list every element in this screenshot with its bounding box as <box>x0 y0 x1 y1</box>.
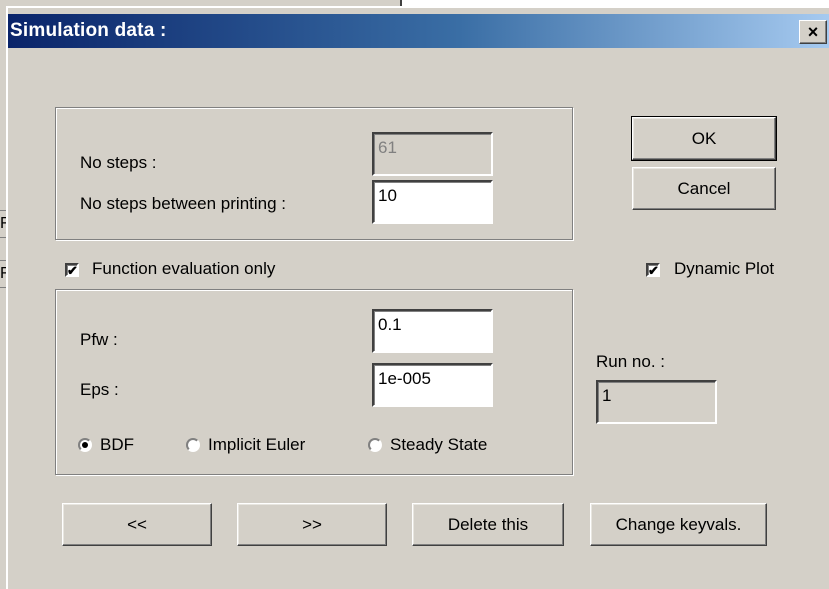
check-icon: ✔ <box>648 263 659 278</box>
previous-button[interactable]: << <box>62 503 212 546</box>
printing-steps-field[interactable]: 10 <box>372 180 493 224</box>
cancel-button[interactable]: Cancel <box>632 167 776 210</box>
next-button[interactable]: >> <box>237 503 387 546</box>
cancel-button-label: Cancel <box>677 179 731 198</box>
dynamic-plot-checkbox[interactable]: ✔ <box>646 263 660 277</box>
steps-group: No steps : 61 No steps between printing … <box>55 107 573 240</box>
steady-state-radio[interactable] <box>368 438 382 452</box>
close-icon: × <box>807 22 819 42</box>
ok-button-label: OK <box>691 129 717 148</box>
check-icon: ✔ <box>67 263 78 278</box>
radio-selected-dot <box>82 442 88 448</box>
run-number-value: 1 <box>602 386 612 405</box>
run-number-label: Run no. : <box>596 352 665 371</box>
title-bar: Simulation data : × <box>8 14 829 48</box>
dynamic-plot-label: Dynamic Plot <box>674 259 775 278</box>
pfw-value: 0.1 <box>378 315 402 334</box>
no-steps-label: No steps : <box>80 153 157 172</box>
eps-label: Eps : <box>80 380 119 399</box>
parameters-group: Pfw : 0.1 Eps : 1e-005 BDF Implicit Eule… <box>55 289 573 475</box>
printing-steps-label: No steps between printing : <box>80 194 287 213</box>
dialog-title: Simulation data : <box>10 20 167 41</box>
close-button[interactable]: × <box>799 20 827 44</box>
function-evaluation-label: Function evaluation only <box>92 259 276 278</box>
delete-this-button-label: Delete this <box>447 515 529 534</box>
change-keyvals-button-label: Change keyvals. <box>615 515 742 534</box>
eps-value: 1e-005 <box>378 369 431 388</box>
implicit-euler-label: Implicit Euler <box>208 435 306 454</box>
eps-field[interactable]: 1e-005 <box>372 363 493 407</box>
ok-button[interactable]: OK <box>631 116 777 161</box>
previous-button-label: << <box>127 515 147 534</box>
pfw-label: Pfw : <box>80 330 118 349</box>
pfw-field[interactable]: 0.1 <box>372 309 493 353</box>
bdf-label: BDF <box>100 435 134 454</box>
no-steps-value: 61 <box>378 138 397 157</box>
next-button-label: >> <box>302 515 322 534</box>
change-keyvals-button[interactable]: Change keyvals. <box>590 503 767 546</box>
simulation-data-dialog: Simulation data : × No steps : 61 No ste… <box>6 6 829 589</box>
printing-steps-value: 10 <box>378 186 397 205</box>
function-evaluation-checkbox[interactable]: ✔ <box>65 263 79 277</box>
delete-this-button[interactable]: Delete this <box>412 503 564 546</box>
implicit-euler-radio[interactable] <box>186 438 200 452</box>
bdf-radio[interactable] <box>78 438 92 452</box>
steady-state-label: Steady State <box>390 435 488 454</box>
no-steps-field: 61 <box>372 132 493 176</box>
run-number-field: 1 <box>596 380 717 424</box>
